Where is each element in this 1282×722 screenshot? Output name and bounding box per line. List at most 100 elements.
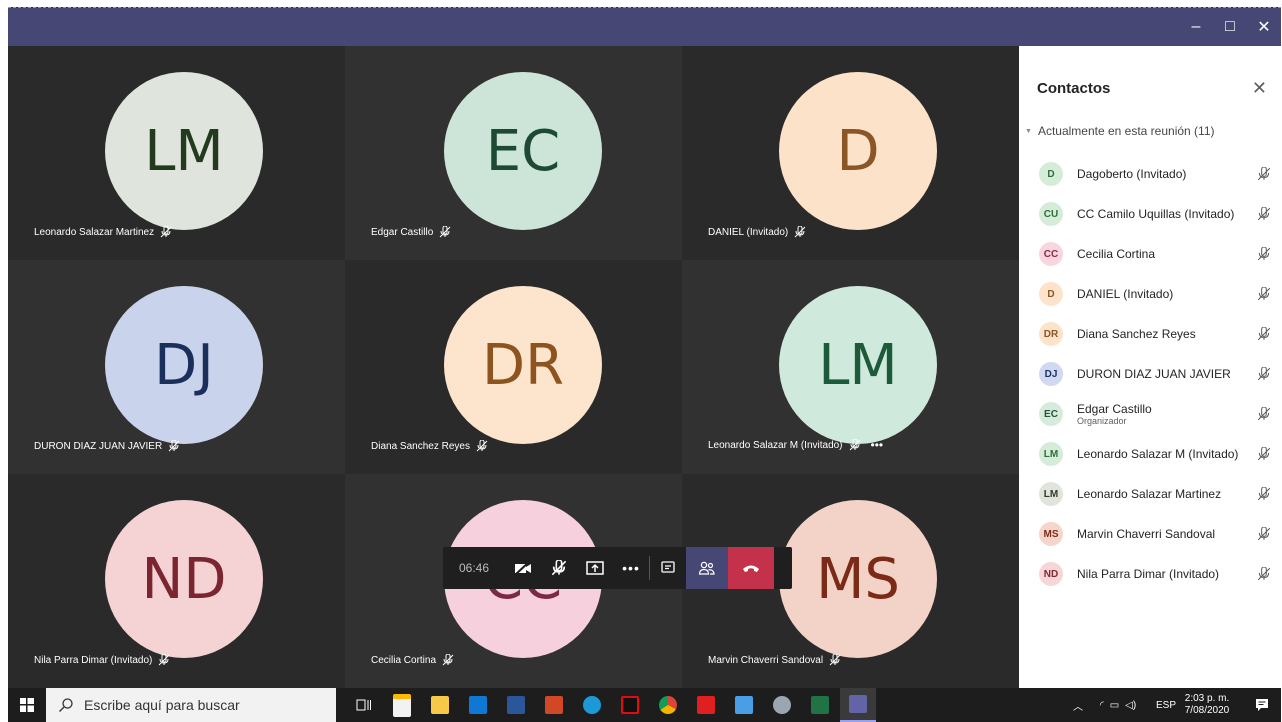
participant-name: Cecilia Cortina bbox=[371, 654, 454, 666]
more-options-icon[interactable]: ••• bbox=[871, 438, 884, 452]
participant-tile[interactable]: DR Diana Sanchez Reyes bbox=[345, 260, 682, 474]
participant-name-label: Marvin Chaverri Sandoval bbox=[708, 654, 824, 666]
video-grid: LM Leonardo Salazar Martinez EC Edgar Ca… bbox=[8, 46, 1019, 688]
participant-list-item[interactable]: DR Diana Sanchez Reyes bbox=[1039, 318, 1275, 350]
close-panel-button[interactable]: ✕ bbox=[1252, 78, 1267, 99]
participants-button[interactable] bbox=[686, 547, 728, 589]
participant-name-label: Edgar Castillo bbox=[1077, 402, 1152, 416]
close-window-button[interactable]: ✕ bbox=[1247, 8, 1281, 46]
section-header[interactable]: ▼ Actualmente en esta reunión (11) bbox=[1025, 124, 1215, 138]
participant-tile[interactable]: ND Nila Parra Dimar (Invitado) bbox=[8, 474, 345, 688]
avatar-initials: ND bbox=[141, 546, 227, 612]
chrome-app[interactable] bbox=[650, 688, 686, 722]
participant-list-item[interactable]: EC Edgar Castillo Organizador bbox=[1039, 398, 1275, 430]
avatar: EC bbox=[1039, 402, 1063, 426]
language-indicator[interactable]: ESP bbox=[1152, 688, 1180, 722]
participant-tile[interactable]: D DANIEL (Invitado) bbox=[682, 46, 1019, 260]
participant-name: Edgar Castillo Organizador bbox=[1077, 402, 1152, 426]
minimize-button[interactable]: – bbox=[1179, 8, 1213, 46]
participant-name: DURON DIAZ JUAN JAVIER bbox=[1077, 367, 1231, 381]
mic-off-icon bbox=[168, 440, 180, 452]
avatar: DJ bbox=[1039, 362, 1063, 386]
participant-list-item[interactable]: D Dagoberto (Invitado) bbox=[1039, 158, 1275, 190]
mic-off-icon bbox=[159, 654, 170, 666]
participant-tile[interactable]: EC Edgar Castillo bbox=[345, 46, 682, 260]
mail-app[interactable] bbox=[460, 688, 496, 722]
taskbar-search[interactable]: Escribe aquí para buscar bbox=[46, 688, 336, 722]
netflix-icon bbox=[621, 696, 639, 714]
task-view-button[interactable] bbox=[346, 688, 382, 722]
avatar: CC bbox=[1039, 242, 1063, 266]
chat-icon bbox=[661, 561, 675, 573]
participant-name: Nila Parra Dimar (Invitado) bbox=[34, 654, 170, 666]
avatar-initials: DR bbox=[481, 332, 565, 398]
participant-list-item[interactable]: DJ DURON DIAZ JUAN JAVIER bbox=[1039, 358, 1275, 390]
search-icon bbox=[59, 698, 73, 712]
avatar: ND bbox=[105, 500, 263, 658]
participant-name-label: Diana Sanchez Reyes bbox=[1077, 327, 1196, 341]
mic-off-icon bbox=[1257, 567, 1271, 581]
share-screen-button[interactable] bbox=[577, 547, 613, 589]
mic-off-icon bbox=[1257, 167, 1271, 181]
camera-toggle-button[interactable] bbox=[505, 547, 541, 589]
avatar-initials: LM bbox=[818, 332, 898, 398]
call-timer: 06:46 bbox=[458, 561, 490, 575]
participant-name: Marvin Chaverri Sandoval bbox=[1077, 527, 1215, 541]
store-app[interactable] bbox=[384, 688, 420, 722]
netflix-app[interactable] bbox=[612, 688, 648, 722]
clock[interactable]: 2:03 p. m. 7/08/2020 bbox=[1182, 688, 1232, 722]
hang-up-icon bbox=[743, 565, 759, 572]
participant-list-item[interactable]: CU CC Camilo Uquillas (Invitado) bbox=[1039, 198, 1275, 230]
participant-name-label: Nila Parra Dimar (Invitado) bbox=[34, 654, 153, 666]
participant-tile[interactable]: LM Leonardo Salazar M (Invitado) ••• bbox=[682, 260, 1019, 474]
action-center-button[interactable] bbox=[1244, 688, 1280, 722]
participant-name: DANIEL (Invitado) bbox=[1077, 287, 1173, 301]
excel-icon bbox=[811, 696, 829, 714]
avatar: D bbox=[1039, 282, 1063, 306]
participant-name-label: Marvin Chaverri Sandoval bbox=[1077, 527, 1216, 541]
mic-off-icon bbox=[1257, 527, 1271, 541]
store-icon bbox=[393, 693, 411, 717]
teams-app[interactable] bbox=[840, 688, 876, 722]
call-controls: 06:46 ••• bbox=[443, 547, 792, 589]
excel-app[interactable] bbox=[802, 688, 838, 722]
participant-list-item[interactable]: LM Leonardo Salazar M (Invitado) bbox=[1039, 438, 1275, 470]
participant-list-item[interactable]: D DANIEL (Invitado) bbox=[1039, 278, 1275, 310]
caret-down-icon: ▼ bbox=[1025, 127, 1032, 135]
participant-list-item[interactable]: LM Leonardo Salazar Martinez bbox=[1039, 478, 1275, 510]
system-tray[interactable]: ◜ ▭ ◁) bbox=[1088, 688, 1148, 722]
participant-name: Cecilia Cortina bbox=[1077, 247, 1155, 261]
participant-tile[interactable]: LM Leonardo Salazar Martinez bbox=[8, 46, 345, 260]
start-button[interactable] bbox=[8, 688, 46, 722]
chevron-up-icon: ︿ bbox=[1073, 701, 1083, 713]
paint-app[interactable] bbox=[764, 688, 800, 722]
mic-off-icon bbox=[1257, 327, 1271, 341]
edge-app[interactable] bbox=[574, 688, 610, 722]
show-hidden-icons[interactable]: ︿ bbox=[1070, 688, 1086, 722]
participant-name-label: Leonardo Salazar M (Invitado) bbox=[1077, 447, 1239, 461]
avatar: DR bbox=[444, 286, 602, 444]
chat-button[interactable] bbox=[650, 547, 686, 589]
pdf-icon bbox=[697, 696, 715, 714]
mic-toggle-button[interactable] bbox=[541, 547, 577, 589]
maximize-button[interactable]: □ bbox=[1213, 8, 1247, 46]
title-bar: – □ ✕ bbox=[8, 8, 1281, 46]
photos-app[interactable] bbox=[726, 688, 762, 722]
avatar-initials: MS bbox=[816, 546, 900, 612]
participant-list-item[interactable]: CC Cecilia Cortina bbox=[1039, 238, 1275, 270]
mic-off-icon bbox=[1257, 487, 1271, 501]
participant-list-item[interactable]: ND Nila Parra Dimar (Invitado) bbox=[1039, 558, 1275, 590]
participant-list-item[interactable]: MS Marvin Chaverri Sandoval bbox=[1039, 518, 1275, 550]
windows-logo-icon bbox=[20, 698, 34, 712]
participant-tile[interactable]: DJ DURON DIAZ JUAN JAVIER bbox=[8, 260, 345, 474]
avatar: LM bbox=[1039, 442, 1063, 466]
file-explorer-app[interactable] bbox=[422, 688, 458, 722]
mic-off-icon bbox=[1257, 287, 1271, 301]
acrobat-app[interactable] bbox=[688, 688, 724, 722]
more-actions-button[interactable]: ••• bbox=[613, 547, 649, 589]
word-app[interactable] bbox=[498, 688, 534, 722]
participant-name-label: Leonardo Salazar M (Invitado) bbox=[708, 439, 843, 451]
hang-up-button[interactable] bbox=[728, 547, 774, 589]
participant-name: DURON DIAZ JUAN JAVIER bbox=[34, 440, 180, 452]
powerpoint-app[interactable] bbox=[536, 688, 572, 722]
